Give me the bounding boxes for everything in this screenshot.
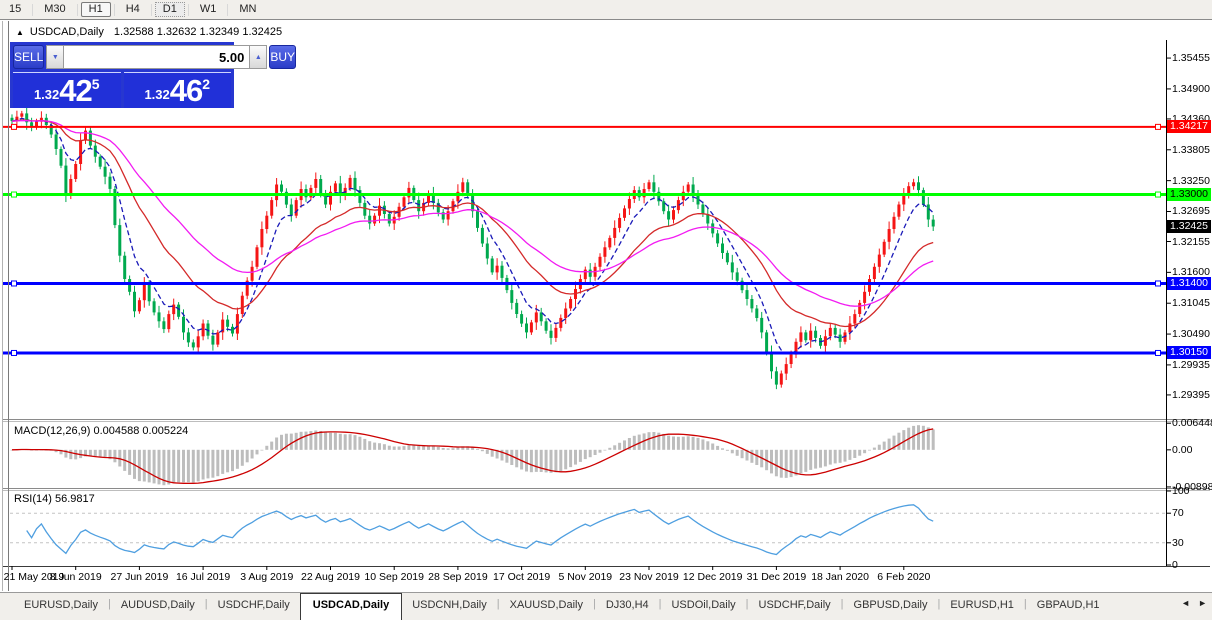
date-axis-label: 16 Jul 2019 <box>176 571 230 583</box>
rsi-axis-tick: 70 <box>1172 507 1184 519</box>
date-axis-label: 22 Aug 2019 <box>301 571 360 583</box>
price-axis-tick: 1.30490 <box>1172 328 1210 340</box>
buy-price-big: 46 <box>170 76 202 106</box>
symbol-tab-dj30-h4[interactable]: DJ30,H4 <box>596 593 659 620</box>
toolbar-separator <box>114 4 115 16</box>
price-axis-tick: 1.32695 <box>1172 205 1210 217</box>
date-axis-label: 27 Jun 2019 <box>110 571 168 583</box>
symbol-tab-usdchf-daily[interactable]: USDCHF,Daily <box>208 593 300 620</box>
date-axis-label: 5 Nov 2019 <box>558 571 612 583</box>
date-axis-label: 8 Jun 2019 <box>50 571 102 583</box>
date-axis-label: 28 Sep 2019 <box>428 571 488 583</box>
date-axis-label: 12 Dec 2019 <box>683 571 743 583</box>
toolbar-separator <box>32 4 33 16</box>
sell-price-sup: 5 <box>92 76 100 92</box>
toolbar-separator <box>151 4 152 16</box>
symbol-tab-gbpaud-h1[interactable]: GBPAUD,H1 <box>1027 593 1110 620</box>
sell-button[interactable]: SELL <box>13 45 44 69</box>
price-axis-tick: 1.29395 <box>1172 389 1210 401</box>
price-line-badge: 1.34217 <box>1167 120 1211 133</box>
ohlc-values: 1.32588 1.32632 1.32349 1.32425 <box>114 26 282 38</box>
date-axis-label: 31 Dec 2019 <box>747 571 807 583</box>
terminal-window: 15 M30 H1 H4 D1 W1 MN ▲ USDCAD,Daily 1.32588 1.3… <box>0 0 1212 621</box>
timeframe-toolbar: 15 M30 H1 H4 D1 W1 MN <box>0 0 1212 20</box>
price-axis-tick: 1.32155 <box>1172 236 1210 248</box>
macd-axis-tick: 0.006448 <box>1172 417 1212 429</box>
symbol-tab-eurusd-h1[interactable]: EURUSD,H1 <box>940 593 1024 620</box>
date-axis-label: 6 Feb 2020 <box>877 571 930 583</box>
date-axis-label: 18 Jan 2020 <box>811 571 869 583</box>
buy-button[interactable]: BUY <box>269 45 296 69</box>
rsi-axis-tick: 30 <box>1172 537 1184 549</box>
rsi-axis-tick: 0 <box>1172 559 1178 571</box>
symbol-tab-gbpusd-daily[interactable]: GBPUSD,Daily <box>844 593 938 620</box>
price-line-badge: 1.31400 <box>1167 277 1211 290</box>
toolbar-separator <box>227 4 228 16</box>
rsi-axis-tick: 100 <box>1172 485 1190 497</box>
timeframe-button-h4[interactable]: H4 <box>118 2 148 17</box>
tab-scroll-arrows: ◄ ► <box>1181 598 1207 608</box>
symbol-tab-usdoil-daily[interactable]: USDOil,Daily <box>661 593 745 620</box>
timeframe-button-d1[interactable]: D1 <box>155 2 185 17</box>
symbol-tab-eurusd-daily[interactable]: EURUSD,Daily <box>14 593 108 620</box>
sell-price-big: 42 <box>59 76 91 106</box>
symbol-tab-xauusd-daily[interactable]: XAUUSD,Daily <box>500 593 593 620</box>
price-line-badge: 1.32425 <box>1167 220 1211 233</box>
chart-symbol-label: USDCAD,Daily <box>30 26 104 38</box>
buy-price-tile[interactable]: 1.32462 <box>124 72 232 108</box>
date-axis-label: 23 Nov 2019 <box>619 571 679 583</box>
symbol-tab-usdcad-daily[interactable]: USDCAD,Daily <box>300 593 402 620</box>
timeframe-button-mn[interactable]: MN <box>231 2 264 17</box>
macd-indicator-label: MACD(12,26,9) 0.004588 0.005224 <box>14 425 188 437</box>
buy-price-small: 1.32 <box>144 87 169 102</box>
price-line-badge: 1.33000 <box>1167 188 1211 201</box>
date-axis-label: 17 Oct 2019 <box>493 571 550 583</box>
toolbar-separator <box>188 4 189 16</box>
volume-increase-button[interactable]: ▲ <box>249 45 267 69</box>
price-line-badge: 1.30150 <box>1167 346 1211 359</box>
chart-title: ▲ USDCAD,Daily 1.32588 1.32632 1.32349 1.3… <box>16 26 282 38</box>
date-axis-label: 10 Sep 2019 <box>364 571 424 583</box>
timeframe-button-m30[interactable]: M30 <box>36 2 73 17</box>
collapse-triangle-icon[interactable]: ▲ <box>16 28 24 37</box>
date-axis-label: 3 Aug 2019 <box>240 571 293 583</box>
macd-values: 0.004588 0.005224 <box>93 425 188 437</box>
symbol-tab-audusd-daily[interactable]: AUDUSD,Daily <box>111 593 205 620</box>
sell-price-small: 1.32 <box>34 87 59 102</box>
tab-scroll-left-icon[interactable]: ◄ <box>1181 598 1190 608</box>
timeframe-button-h1[interactable]: H1 <box>81 2 111 17</box>
price-axis-tick: 1.33805 <box>1172 144 1210 156</box>
toolbar-separator <box>77 4 78 16</box>
symbol-tab-usdchf-daily[interactable]: USDCHF,Daily <box>749 593 841 620</box>
rsi-indicator-label: RSI(14) 56.9817 <box>14 493 95 505</box>
sell-price-tile[interactable]: 1.32425 <box>13 72 121 108</box>
tab-scroll-right-icon[interactable]: ► <box>1198 598 1207 608</box>
timeframe-button-w1[interactable]: W1 <box>192 2 225 17</box>
price-axis-tick: 1.35455 <box>1172 52 1210 64</box>
rsi-value: 56.9817 <box>55 493 95 505</box>
timeframe-button-15[interactable]: 15 <box>1 2 29 17</box>
buy-price-sup: 2 <box>202 76 210 92</box>
symbol-tab-bar: EURUSD,Daily|AUDUSD,Daily|USDCHF,DailyUS… <box>0 592 1212 620</box>
price-axis-tick: 1.31045 <box>1172 297 1210 309</box>
volume-spinner: ▼ ▲ <box>46 45 267 69</box>
price-axis-tick: 1.34900 <box>1172 83 1210 95</box>
price-axis-tick: 1.33250 <box>1172 175 1210 187</box>
macd-axis-tick: 0.00 <box>1172 444 1192 456</box>
one-click-trading-panel: SELL ▼ ▲ BUY 1.32425 1.32462 <box>10 42 234 108</box>
volume-input[interactable] <box>64 45 249 69</box>
volume-decrease-button[interactable]: ▼ <box>46 45 64 69</box>
symbol-tab-usdcnh-daily[interactable]: USDCNH,Daily <box>402 593 497 620</box>
price-axis-tick: 1.29935 <box>1172 359 1210 371</box>
